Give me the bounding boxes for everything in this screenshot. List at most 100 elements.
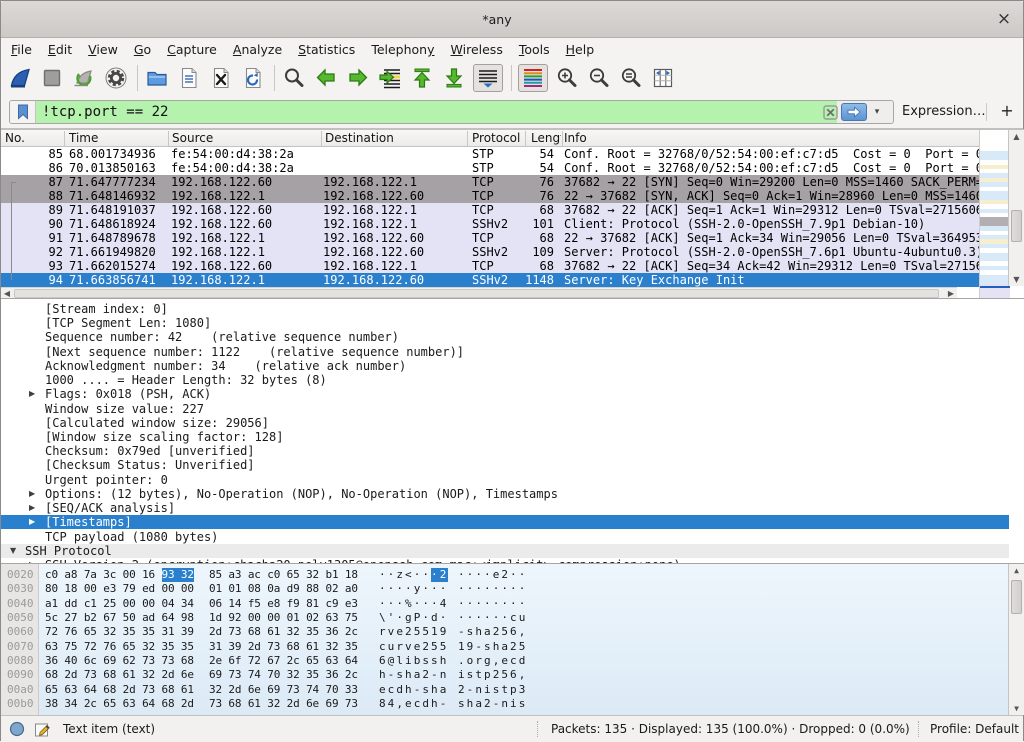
filter-input[interactable]: !tcp.port == 22 ▾ [9,100,894,124]
hex-bytes-group2[interactable]: 73 68 61 32 2d 6e 69 73 [209,697,358,711]
hex-bytes-group2[interactable]: 69 73 74 70 32 35 36 2c [209,668,358,682]
zoom-100-button[interactable] [618,64,644,92]
menu-statistics[interactable]: Statistics [290,39,363,60]
column-header-source[interactable]: Source [172,130,319,146]
packet-row-85[interactable]: 8568.001734936fe:54:00:d4:38:2aSTP54Conf… [1,147,979,161]
close-file-button[interactable] [208,64,234,92]
column-header-length[interactable]: Length [531,130,561,146]
menu-edit[interactable]: Edit [40,39,80,60]
scroll-up-icon[interactable]: ▲ [1009,564,1024,577]
column-header-destination[interactable]: Destination [325,130,465,146]
detail-row[interactable]: ▶[SEQ/ACK analysis] [1,501,1009,515]
filter-apply-button[interactable] [841,103,867,121]
expand-arrow-icon[interactable]: ▶ [29,501,35,515]
collapse-arrow-icon[interactable]: ▼ [10,544,16,558]
detail-row[interactable]: [Checksum Status: Unverified] [1,458,1009,472]
expand-arrow-icon[interactable]: ▶ [29,387,35,401]
scroll-down-icon[interactable]: ▼ [1009,273,1024,286]
column-divider[interactable] [562,131,563,146]
expert-info-icon[interactable] [9,721,25,740]
restart-capture-button[interactable] [71,64,97,92]
detail-row[interactable]: [Calculated window size: 29056] [1,416,1009,430]
hex-vscrollbar[interactable]: ▲ ▼ [1008,564,1024,715]
packet-list-vscrollbar[interactable]: ▲ ▼ [1008,130,1024,286]
menu-telephony[interactable]: Telephony [363,39,442,60]
hex-bytes-group1[interactable]: 38 34 2c 65 63 64 68 2d [45,697,194,711]
hex-bytes-group1[interactable]: a1 dd c1 25 00 00 04 34 [45,597,194,611]
menu-capture[interactable]: Capture [159,39,225,60]
menu-file[interactable]: File [3,39,40,60]
packet-list-header[interactable]: No.TimeSourceDestinationProtocolLengthIn… [1,130,979,147]
hex-bytes-group2[interactable]: 01 01 08 0a d9 88 02 a0 [209,582,358,596]
expand-arrow-icon[interactable]: ▶ [29,487,35,501]
hex-bytes-group1[interactable]: 36 40 6c 69 62 73 73 68 [45,654,194,668]
auto-scroll-button[interactable] [473,64,503,92]
resize-columns-button[interactable] [650,64,676,92]
hex-bytes-group2[interactable]: 2e 6f 72 67 2c 65 63 64 [209,654,358,668]
hex-row[interactable]: 00b038 34 2c 65 63 64 68 2d73 68 61 32 2… [1,697,1009,711]
title-bar[interactable]: *any × [1,1,1023,38]
hex-ascii-group2[interactable]: ······cu [458,611,527,625]
capture-options-button[interactable] [103,64,129,92]
hex-ascii-group1[interactable]: curve255 [379,640,448,654]
hex-bytes-group1[interactable]: 72 76 65 32 35 35 31 39 [45,625,194,639]
menu-analyze[interactable]: Analyze [225,39,290,60]
detail-row[interactable]: ▶Flags: 0x018 (PSH, ACK) [1,387,1009,401]
hex-bytes-group1[interactable]: c0 a8 7a 3c 00 16 93 32 [45,568,162,582]
column-header-time[interactable]: Time [69,130,166,146]
detail-row[interactable]: TCP payload (1080 bytes) [1,530,1009,544]
go-back-button[interactable] [313,64,339,92]
hex-row[interactable]: 00a065 63 64 68 2d 73 68 6132 2d 6e 69 7… [1,683,1009,697]
menu-help[interactable]: Help [558,39,603,60]
hex-row[interactable]: 003080 18 00 e3 79 ed 00 0001 01 08 0a d… [1,582,1009,596]
column-header-info[interactable]: Info [564,130,974,146]
expand-arrow-icon[interactable]: ▶ [29,515,35,529]
hex-ascii-group2[interactable]: ········ [458,582,527,596]
hex-bytes-group2[interactable]: 1d 92 00 00 01 02 63 75 [209,611,358,625]
bookmark-icon[interactable] [10,101,36,123]
hex-row[interactable]: 00505c 27 b2 67 50 ad 64 981d 92 00 00 0… [1,611,1009,625]
detail-row[interactable]: 1000 .... = Header Length: 32 bytes (8) [1,373,1009,387]
column-divider[interactable] [168,131,169,146]
go-last-button[interactable] [441,64,467,92]
packet-row-91[interactable]: 9171.648789678192.168.122.1192.168.122.6… [1,231,979,245]
column-divider[interactable] [525,131,526,146]
detail-row[interactable]: Sequence number: 42 (relative sequence n… [1,330,1009,344]
hex-ascii-group2[interactable]: 2-nistp3 [458,683,527,697]
zoom-in-button[interactable] [554,64,580,92]
close-button[interactable]: × [993,8,1015,30]
reload-file-button[interactable] [240,64,266,92]
hex-ascii-group2[interactable]: sha2-nis [458,697,527,711]
hex-row[interactable]: 006072 76 65 32 35 35 31 392d 73 68 61 3… [1,625,1009,639]
filter-text[interactable]: !tcp.port == 22 [42,101,168,123]
packet-minimap[interactable] [979,130,1009,299]
ascii-selected-chars[interactable]: ·2 [431,568,448,582]
save-file-button[interactable] [176,64,202,92]
column-divider[interactable] [64,131,65,146]
detail-row[interactable]: [Stream index: 0] [1,302,1009,316]
detail-row[interactable]: Acknowledgment number: 34 (relative ack … [1,359,1009,373]
column-divider[interactable] [321,131,322,146]
hex-row[interactable]: 0020c0 a8 7a 3c 00 16 93 3285 a3 ac c0 6… [1,568,1009,582]
hex-bytes-group2[interactable]: 32 2d 6e 69 73 74 70 33 [209,683,358,697]
hex-ascii-group1[interactable]: 84,ecdh- [379,697,448,711]
hex-ascii-group2[interactable]: ········ [458,597,527,611]
open-file-button[interactable] [144,64,170,92]
detail-row[interactable]: ▼SSH Protocol [1,544,1009,558]
column-divider[interactable] [467,131,468,146]
packet-row-93[interactable]: 9371.662015274192.168.122.60192.168.122.… [1,259,979,273]
hex-bytes-group2[interactable]: 06 14 f5 e8 f9 81 c9 e3 [209,597,358,611]
packet-row-94[interactable]: 9471.663856741192.168.122.1192.168.122.6… [1,273,979,287]
hex-ascii-group2[interactable]: istp256, [458,668,527,682]
hex-ascii-group2[interactable]: .org,ecd [458,654,527,668]
menu-tools[interactable]: Tools [511,39,558,60]
detail-row[interactable]: Window size value: 227 [1,402,1009,416]
hex-ascii-group1[interactable]: 6@libssh [379,654,448,668]
hex-bytes-group2[interactable]: 31 39 2d 73 68 61 32 35 [209,640,358,654]
hex-bytes-group1[interactable]: 63 75 72 76 65 32 35 35 [45,640,194,654]
capture-comment-icon[interactable] [34,721,51,741]
go-first-button[interactable] [409,64,435,92]
packet-row-86[interactable]: 8670.013850163fe:54:00:d4:38:2aSTP54Conf… [1,161,979,175]
hex-bytes-group1[interactable]: 68 2d 73 68 61 32 2d 6e [45,668,194,682]
column-header-no[interactable]: No. [5,130,63,146]
